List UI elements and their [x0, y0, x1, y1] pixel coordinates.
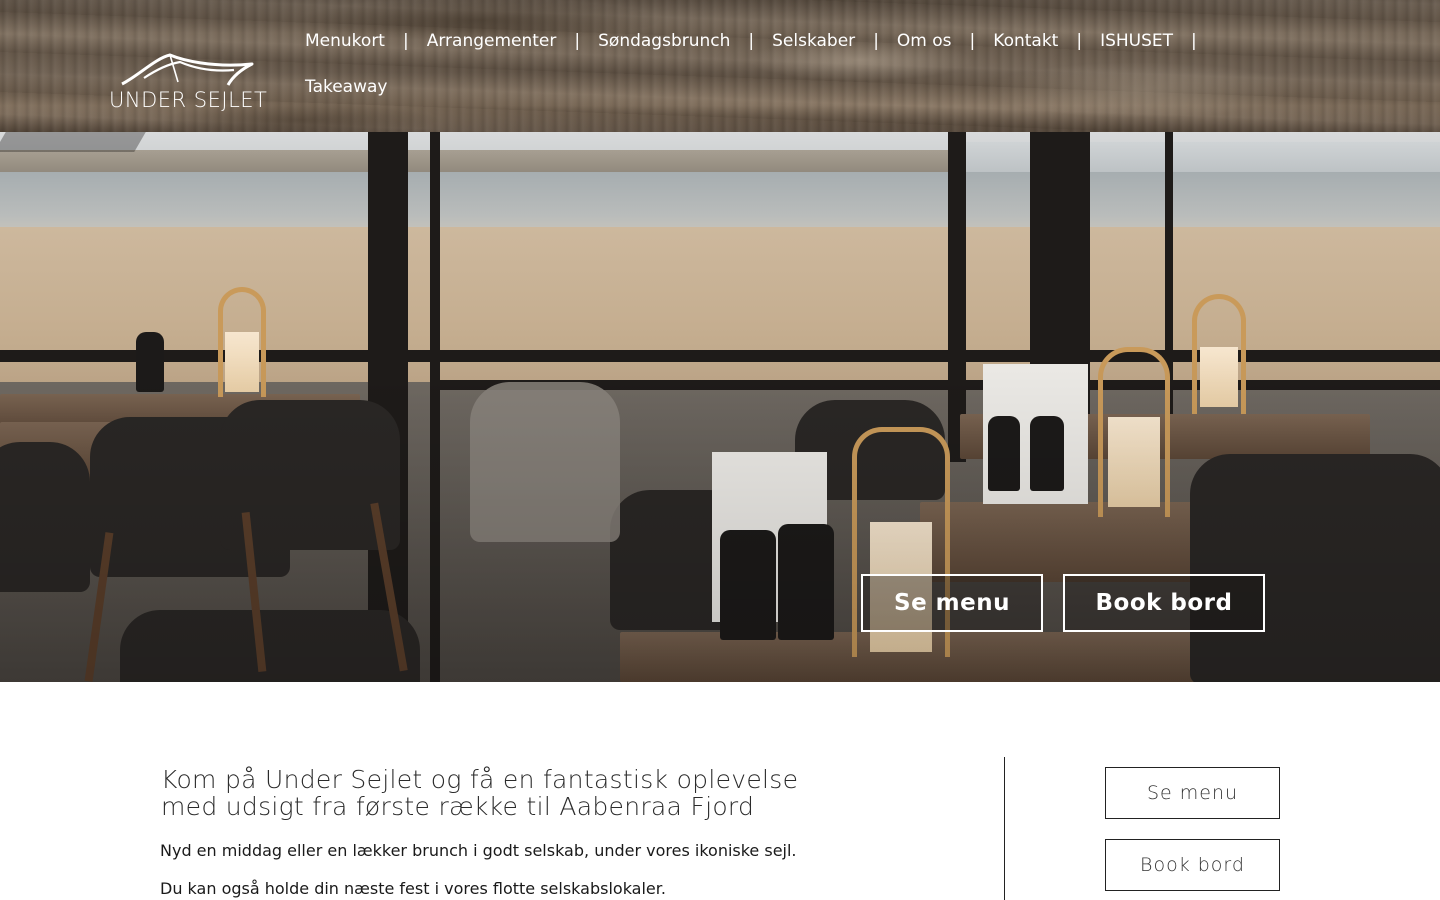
- site-header: UNDER SEJLET Menukort | Arrangementer | …: [0, 0, 1440, 132]
- intro-paragraph: Nyd en middag eller en lækker brunch i g…: [160, 841, 797, 860]
- nav-item-kontakt[interactable]: Kontakt: [993, 31, 1058, 51]
- nav-item-selskaber[interactable]: Selskaber: [772, 31, 855, 51]
- nav-separator: |: [1076, 31, 1083, 51]
- nav-item-sondagsbrunch[interactable]: Søndagsbrunch: [598, 31, 730, 51]
- book-table-button[interactable]: Book bord: [1105, 839, 1280, 891]
- vertical-divider: [1004, 757, 1005, 900]
- nav-item-ishuset[interactable]: ISHUSET: [1100, 31, 1173, 51]
- nav-item-arrangementer[interactable]: Arrangementer: [427, 31, 557, 51]
- nav-separator: |: [1191, 31, 1197, 51]
- nav-item-takeaway[interactable]: Takeaway: [305, 77, 388, 97]
- nav-separator: |: [873, 31, 879, 51]
- logo[interactable]: UNDER SEJLET: [106, 52, 268, 114]
- hero-book-table-button[interactable]: Book bord: [1063, 574, 1265, 632]
- intro-title: Kom på Under Sejlet og få en fantastisk …: [161, 765, 799, 821]
- logo-text: UNDER SEJLET: [109, 88, 268, 112]
- see-menu-button[interactable]: Se menu: [1105, 767, 1280, 819]
- nav-item-menukort[interactable]: Menukort: [305, 31, 385, 51]
- nav-separator: |: [574, 31, 581, 51]
- nav-item-om-os[interactable]: Om os: [897, 31, 952, 51]
- nav-separator: |: [969, 31, 976, 51]
- nav-row-2: Takeaway: [305, 77, 388, 97]
- hero-see-menu-button[interactable]: Se menu: [861, 574, 1043, 632]
- nav-separator: |: [402, 31, 409, 51]
- intro-paragraph: Du kan også holde din næste fest i vores…: [160, 879, 666, 898]
- nav-separator: |: [748, 31, 755, 51]
- sail-icon: [121, 53, 254, 86]
- hero-image: Se menu Book bord: [0, 132, 1440, 682]
- nav-row-1: Menukort | Arrangementer | Søndagsbrunch…: [305, 31, 1215, 51]
